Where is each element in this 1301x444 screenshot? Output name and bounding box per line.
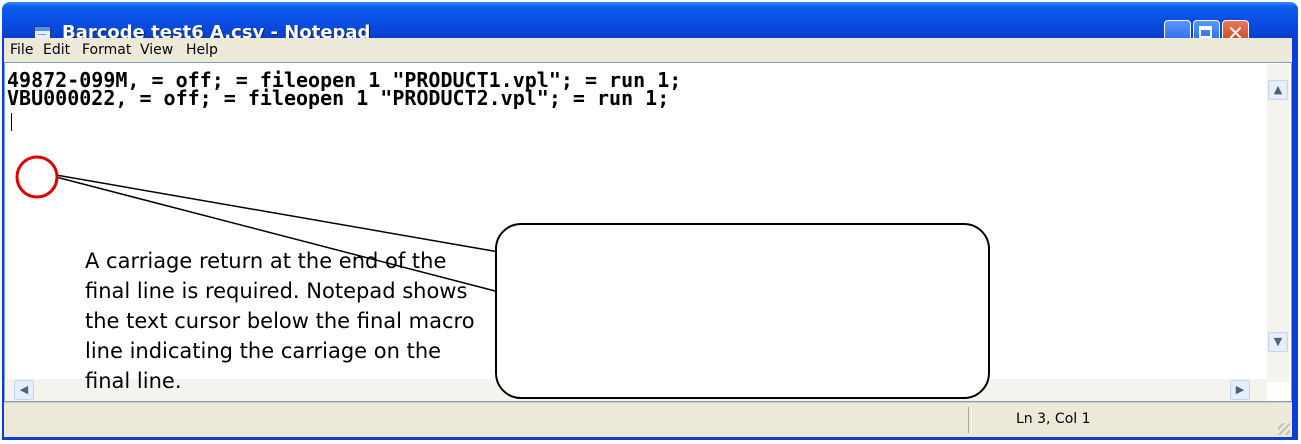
editor-line-2: VBU000022, = off; = fileopen 1 "PRODUCT2… [7,86,670,110]
menu-view[interactable]: View [140,42,173,58]
status-bar: Ln 3, Col 1 [4,402,1292,437]
scroll-left-button[interactable]: ◀ [14,380,34,400]
resize-grip-icon[interactable] [1278,423,1290,435]
scroll-down-button[interactable]: ▼ [1268,332,1288,352]
callout-text: A carriage return at the end of the fina… [85,249,475,393]
callout-box [495,223,990,399]
text-cursor [11,113,12,131]
menu-format[interactable]: Format [82,42,131,58]
menu-bar: File Edit Format View Help [4,38,1292,62]
scroll-up-button[interactable]: ▲ [1268,80,1288,100]
status-divider [968,407,972,433]
cursor-position: Ln 3, Col 1 [1016,411,1091,427]
menu-help[interactable]: Help [186,42,218,58]
scroll-right-button[interactable]: ▶ [1230,380,1250,400]
vertical-scrollbar[interactable]: ▲ ▼ [1267,64,1289,382]
menu-file[interactable]: File [10,42,33,58]
menu-edit[interactable]: Edit [43,42,70,58]
